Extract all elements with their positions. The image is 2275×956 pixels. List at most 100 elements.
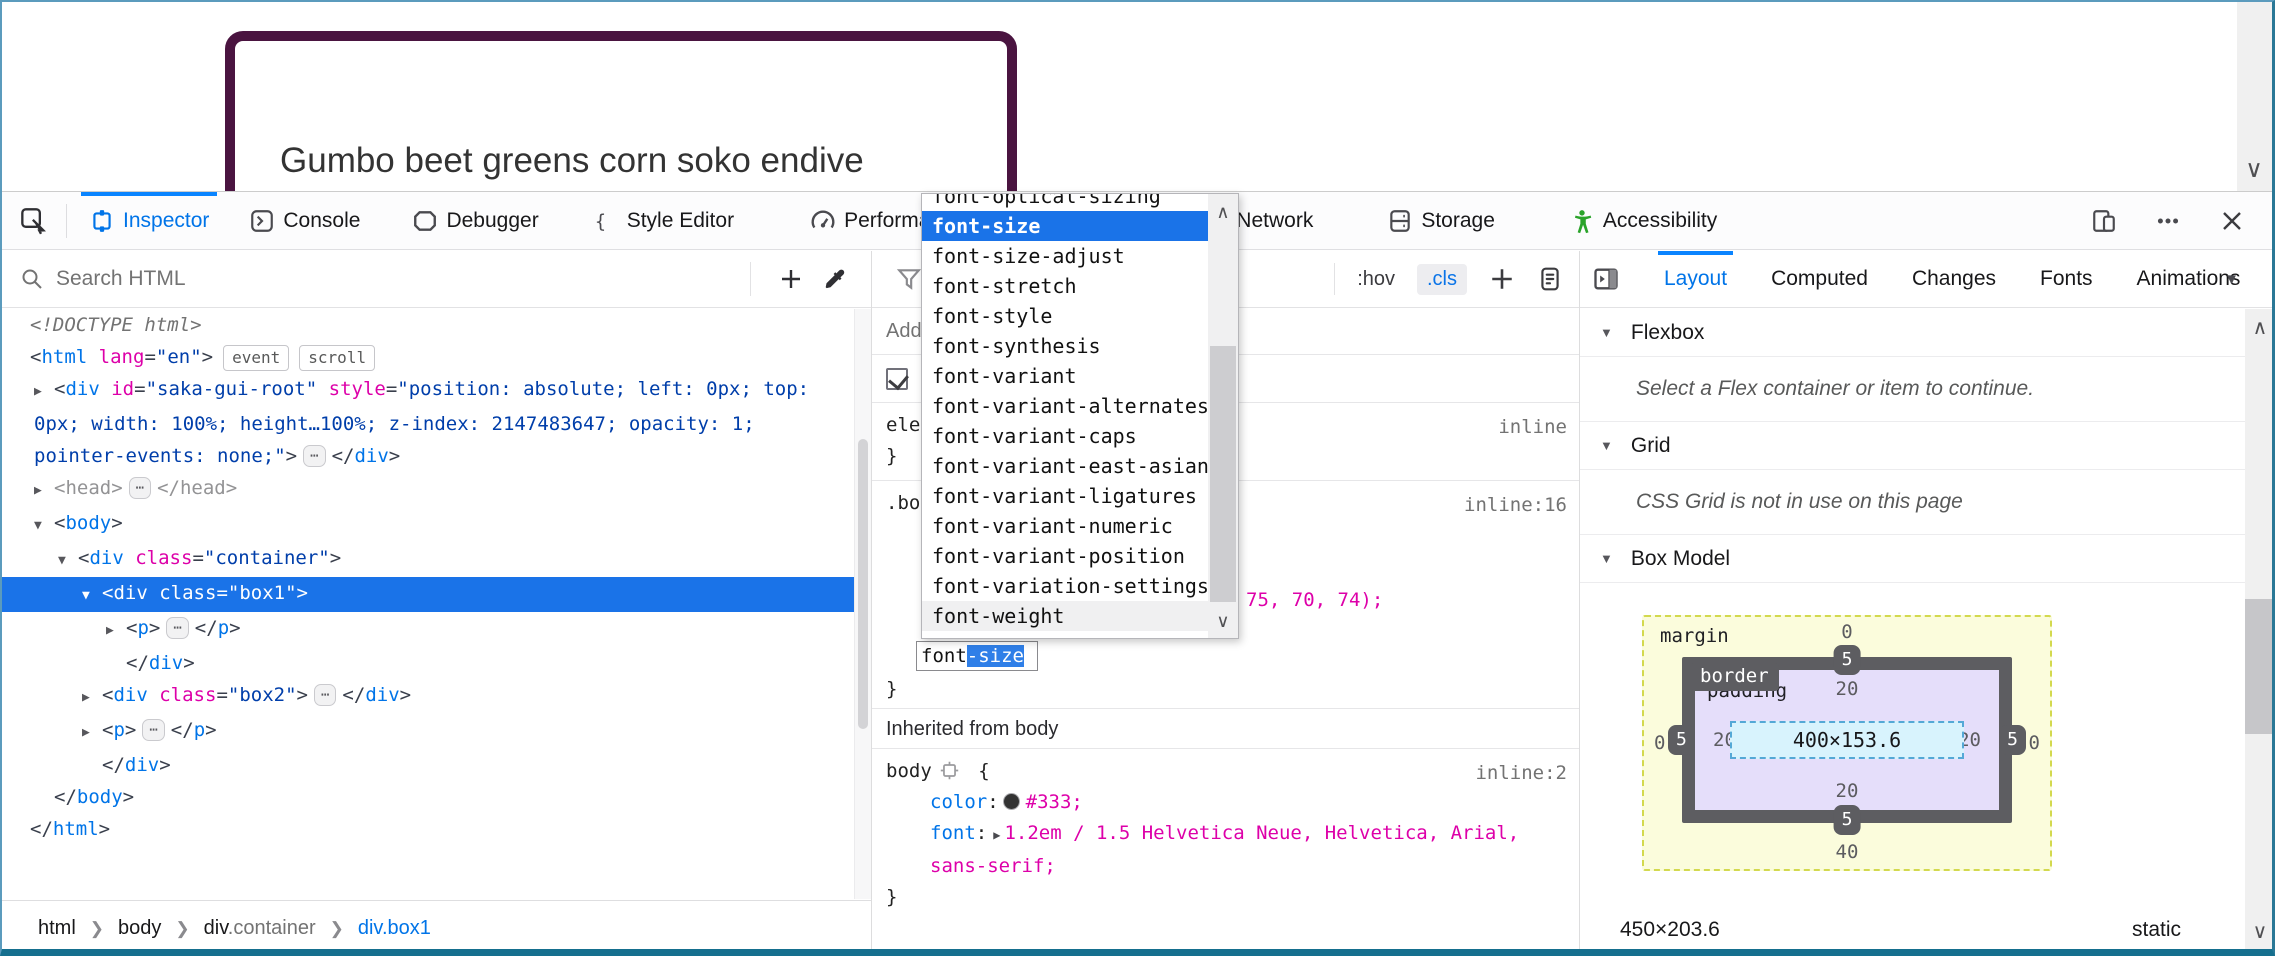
autocomplete-item-font-synthesis[interactable]: font-synthesis (922, 331, 1208, 361)
tree-node[interactable]: ▶<head>⋯</head> (0, 472, 854, 507)
eyedropper-button[interactable] (813, 259, 857, 299)
padding-bottom-value[interactable]: 20 (1695, 780, 1999, 802)
class-toggle[interactable]: .cls (1417, 264, 1467, 295)
tree-node[interactable]: <html lang="en">eventscroll (0, 341, 854, 373)
devtools-tab-style-editor[interactable]: { }Style Editor (593, 192, 734, 249)
border-top-value[interactable]: 5 (1834, 645, 1861, 675)
ellipsis-badge[interactable]: ⋯ (166, 617, 188, 639)
expand-arrow-icon[interactable]: ▼ (82, 580, 102, 612)
tree-node[interactable]: ▼<body> (0, 507, 854, 542)
tree-node[interactable]: ▶<div class="box2">⋯</div> (0, 679, 854, 714)
element-target-icon[interactable] (940, 761, 959, 780)
sidebar-toggle-button[interactable] (1592, 265, 1620, 293)
autocomplete-item-font-variant-position[interactable]: font-variant-position (922, 541, 1208, 571)
autocomplete-item-font-stretch[interactable]: font-stretch (922, 271, 1208, 301)
autocomplete-item-font-variation-settings[interactable]: font-variation-settings (922, 571, 1208, 601)
scroll-down-arrow-icon[interactable]: ∨ (1208, 611, 1238, 632)
margin-bottom-value[interactable]: 40 (1644, 841, 2050, 863)
margin-right-value[interactable]: 0 (2029, 732, 2040, 754)
tree-node[interactable]: ▶<div id="saka-gui-root" style="position… (0, 373, 854, 472)
devtools-tab-console[interactable]: Console (249, 192, 360, 249)
event-badge[interactable]: scroll (299, 345, 375, 371)
breadcrumb-item-body[interactable]: body (118, 917, 161, 940)
scrollbar-thumb[interactable] (2245, 599, 2275, 734)
sidebar-tab-computed[interactable]: Computed (1771, 251, 1868, 307)
box-model-border[interactable]: border 5 5 5 5 padding 20 20 20 20 (1682, 657, 2012, 823)
scrollbar-thumb[interactable] (1210, 346, 1236, 602)
tree-node[interactable]: ▶<p>⋯</p> (0, 612, 854, 647)
scroll-up-arrow-icon[interactable]: ∧ (2245, 315, 2275, 340)
expand-arrow-icon[interactable]: ▼ (34, 510, 54, 542)
sidebar-tab-fonts[interactable]: Fonts (2040, 251, 2093, 307)
expand-arrow-icon[interactable]: ▶ (82, 717, 102, 749)
node-picker-button[interactable] (14, 201, 54, 241)
tree-node[interactable]: ▶<p>⋯</p> (0, 714, 854, 749)
sidebar-tab-layout[interactable]: Layout (1664, 251, 1727, 307)
devtools-tab-debugger[interactable]: Debugger (412, 192, 538, 249)
devtools-tab-inspector[interactable]: Inspector (89, 192, 209, 249)
body-rule[interactable]: body { inline:2 color:#333; font:▶1.2em … (872, 749, 1579, 921)
sidebar-tab-changes[interactable]: Changes (1912, 251, 1996, 307)
popup-scrollbar[interactable]: ∧ ∨ (1208, 194, 1238, 638)
markup-scrollbar[interactable] (854, 309, 871, 899)
add-rule-button[interactable] (1489, 266, 1515, 292)
expand-arrow-icon[interactable]: ▶ (82, 682, 102, 714)
page-scrollbar[interactable]: ∨ (2237, 2, 2272, 191)
margin-top-value[interactable]: 0 (1644, 621, 2050, 643)
tree-node[interactable]: </div> (0, 647, 854, 679)
rule-source-link[interactable]: inline:2 (1475, 758, 1567, 789)
add-node-button[interactable] (769, 259, 813, 299)
breadcrumb-item-html[interactable]: html (38, 917, 76, 940)
grid-section-header[interactable]: ▼ Grid (1580, 422, 2245, 470)
tree-node[interactable]: </div> (0, 749, 854, 781)
pseudo-class-toggle[interactable]: :hov (1357, 268, 1395, 291)
breadcrumb-item-div-box1[interactable]: div.box1 (358, 917, 431, 940)
all-tabs-caret-icon[interactable]: ▼ (2224, 271, 2239, 288)
autocomplete-item-font-weight[interactable]: font-weight (922, 601, 1208, 631)
border-bottom-value[interactable]: 5 (1834, 805, 1861, 835)
tree-node-selected[interactable]: ▼<div class="box1"> (0, 577, 854, 612)
expand-arrow-icon[interactable]: ▶ (34, 475, 54, 507)
autocomplete-item-font-variant-ligatures[interactable]: font-variant-ligatures (922, 481, 1208, 511)
color-swatch[interactable] (1003, 793, 1020, 810)
filter-styles-icon[interactable] (896, 266, 922, 292)
ellipsis-badge[interactable]: ⋯ (314, 684, 336, 706)
box-model-margin[interactable]: margin 0 40 0 0 border 5 5 5 5 padding (1642, 615, 2052, 871)
class-checkbox[interactable] (886, 368, 908, 390)
autocomplete-item-font-style[interactable]: font-style (922, 301, 1208, 331)
scroll-up-arrow-icon[interactable]: ∧ (1208, 202, 1238, 223)
new-property-input[interactable]: font-size (916, 641, 1038, 671)
ellipsis-badge[interactable]: ⋯ (142, 719, 164, 741)
devtools-tab-storage[interactable]: Storage (1387, 192, 1495, 249)
expand-arrow-icon[interactable]: ▶ (34, 376, 54, 408)
meatball-menu-button[interactable] (2153, 206, 2183, 236)
devtools-tab-accessibility[interactable]: Accessibility (1569, 192, 1717, 249)
close-devtools-button[interactable] (2217, 206, 2247, 236)
box-model-padding[interactable]: padding 20 20 20 20 400×153.6 (1695, 670, 1999, 810)
tree-node[interactable]: </body> (0, 781, 854, 813)
event-badge[interactable]: event (223, 345, 289, 371)
autocomplete-item-font-variant-numeric[interactable]: font-variant-numeric (922, 511, 1208, 541)
ellipsis-badge[interactable]: ⋯ (303, 445, 325, 467)
expand-arrow-icon[interactable]: ▼ (58, 545, 78, 577)
layout-scrollbar[interactable]: ∧ ∨ (2245, 309, 2275, 956)
rule-source-link[interactable]: inline:16 (1464, 490, 1567, 521)
tree-node[interactable]: ▼<div class="container"> (0, 542, 854, 577)
autocomplete-item-font-variant[interactable]: font-variant (922, 361, 1208, 391)
tree-node[interactable]: <!DOCTYPE html> (0, 309, 854, 341)
box-model-content[interactable]: 400×153.6 (1730, 721, 1964, 759)
css-declaration[interactable]: color:#333; (886, 787, 1579, 818)
margin-left-value[interactable]: 0 (1654, 732, 1665, 754)
expand-arrow-icon[interactable]: ▶ (106, 615, 126, 647)
css-declaration[interactable]: font:▶1.2em / 1.5 Helvetica Neue, Helvet… (886, 818, 1526, 882)
breadcrumb-item-div[interactable]: div.container (204, 917, 316, 940)
responsive-design-mode-button[interactable] (2089, 206, 2119, 236)
border-left-value[interactable]: 5 (1668, 725, 1695, 755)
autocomplete-item-font-variant-caps[interactable]: font-variant-caps (922, 421, 1208, 451)
search-html-input[interactable]: Search HTML (0, 267, 750, 291)
autocomplete-item-font-optical-sizing[interactable]: font-optical-sizing (922, 193, 1208, 211)
print-media-button[interactable] (1537, 266, 1563, 292)
box-model-section-header[interactable]: ▼ Box Model (1580, 535, 2245, 583)
ellipsis-badge[interactable]: ⋯ (129, 477, 151, 499)
expand-arrow-icon[interactable]: ▶ (993, 820, 1000, 851)
